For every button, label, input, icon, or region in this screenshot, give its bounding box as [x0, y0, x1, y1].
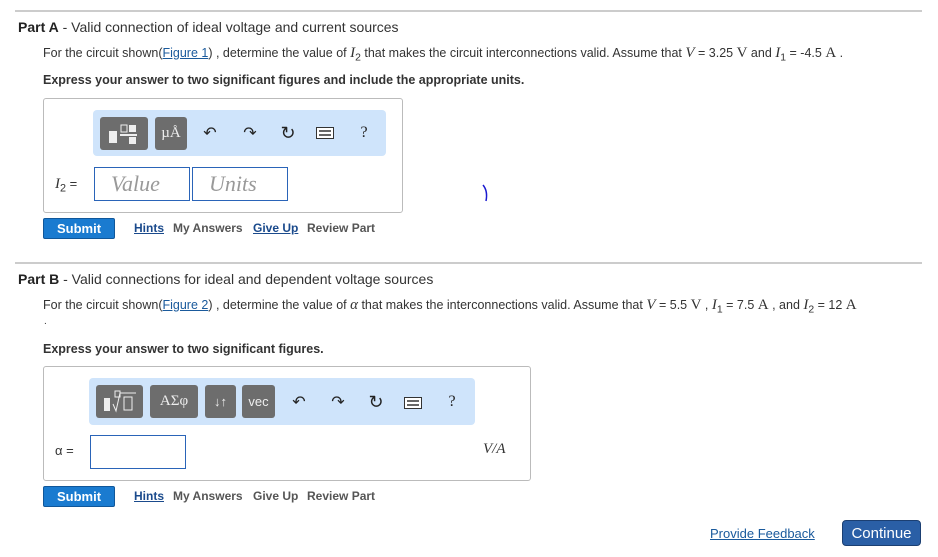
template-button[interactable]	[100, 117, 148, 150]
vector-button[interactable]: vec	[242, 385, 275, 418]
give-up-link[interactable]: Give Up	[253, 221, 298, 235]
submit-button[interactable]: Submit	[43, 486, 115, 507]
part-b-question: For the circuit shown(Figure 2) , determ…	[43, 297, 857, 316]
hints-link[interactable]: Hints	[134, 489, 164, 503]
reset-icon[interactable]: ↻	[366, 392, 386, 412]
redo-icon[interactable]: ↷	[240, 123, 260, 143]
submit-button[interactable]: Submit	[43, 218, 115, 239]
help-button[interactable]: ?	[442, 392, 462, 412]
my-answers-link[interactable]: My Answers	[173, 221, 243, 235]
help-button[interactable]: ?	[354, 123, 374, 143]
alpha-label: α =	[55, 443, 74, 458]
figure-1-link[interactable]: Figure 1	[162, 46, 208, 60]
part-b-instruction: Express your answer to two significant f…	[43, 342, 324, 356]
period: .	[44, 316, 47, 327]
figure-2-link[interactable]: Figure 2	[162, 298, 208, 312]
units-input[interactable]: Units	[192, 167, 288, 201]
part-b-title: Part B - Valid connections for ideal and…	[18, 271, 434, 287]
reset-icon[interactable]: ↻	[278, 123, 298, 143]
my-answers-link[interactable]: My Answers	[173, 489, 243, 503]
keyboard-icon[interactable]	[403, 393, 423, 413]
greek-button[interactable]: ΑΣφ	[150, 385, 198, 418]
continue-button[interactable]: Continue	[842, 520, 921, 546]
divider	[15, 262, 922, 264]
provide-feedback-link[interactable]: Provide Feedback	[710, 526, 815, 541]
undo-icon[interactable]: ↶	[289, 392, 309, 412]
sqrt-template-icon	[103, 390, 136, 413]
review-part-link[interactable]: Review Part	[307, 489, 375, 503]
give-up-link[interactable]: Give Up	[253, 489, 298, 503]
part-a-question: For the circuit shown(Figure 1) , determ…	[43, 45, 844, 64]
value-input[interactable]: Value	[94, 167, 190, 201]
keyboard-icon[interactable]	[315, 123, 335, 143]
undo-icon[interactable]: ↶	[200, 123, 220, 143]
templates-button[interactable]	[96, 385, 143, 418]
unit-label: V/A	[483, 441, 506, 457]
divider	[15, 10, 922, 12]
part-a-title: Part A - Valid connection of ideal volta…	[18, 19, 399, 35]
cursor-mark	[482, 184, 488, 202]
subscript-button[interactable]: ↓↑	[205, 385, 236, 418]
alpha-input[interactable]	[90, 435, 186, 469]
units-button[interactable]: µÅ	[155, 117, 187, 150]
redo-icon[interactable]: ↷	[328, 392, 348, 412]
review-part-link[interactable]: Review Part	[307, 221, 375, 235]
hints-link[interactable]: Hints	[134, 221, 164, 235]
answer-label: I2 =	[55, 176, 78, 195]
part-a-instruction: Express your answer to two significant f…	[43, 73, 525, 87]
template-icon	[109, 124, 137, 144]
